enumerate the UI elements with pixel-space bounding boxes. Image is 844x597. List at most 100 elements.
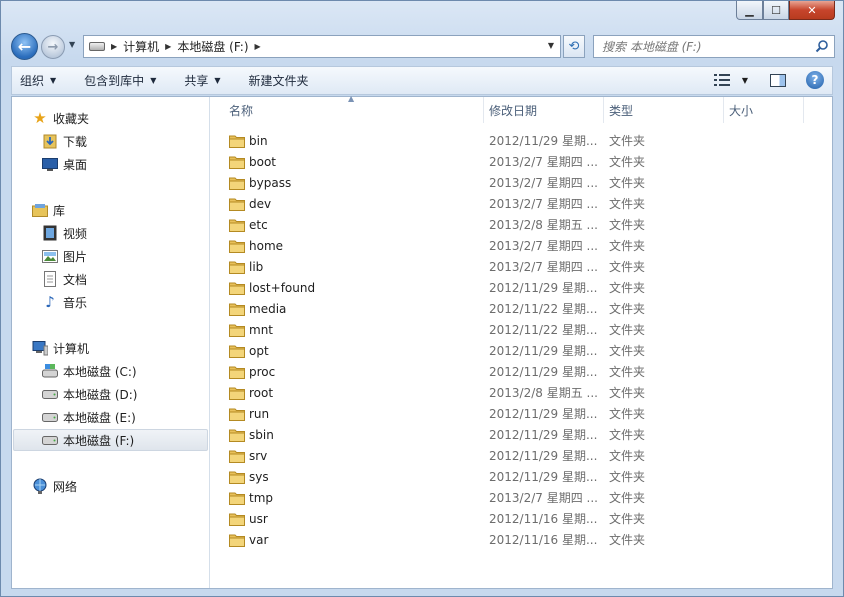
folder-icon bbox=[229, 492, 245, 505]
minimize-button[interactable]: ▁ bbox=[736, 1, 763, 20]
folder-icon bbox=[229, 219, 245, 232]
table-row[interactable]: proc 2012/11/29 星期... 文件夹 bbox=[229, 361, 669, 382]
view-dropdown-icon[interactable]: ▼ bbox=[742, 76, 748, 85]
file-name: root bbox=[249, 385, 274, 400]
breadcrumb-drive-f[interactable]: 本地磁盘 (F:) bbox=[177, 38, 248, 55]
table-row[interactable]: srv 2012/11/29 星期... 文件夹 bbox=[229, 445, 669, 466]
maximize-button[interactable]: ☐ bbox=[763, 1, 789, 20]
sort-ascending-icon: ▲ bbox=[348, 94, 355, 103]
column-type-label: 类型 bbox=[609, 103, 634, 118]
share-button[interactable]: 共享 ▼ bbox=[184, 72, 220, 89]
table-row[interactable]: tmp 2013/2/7 星期四 ... 文件夹 bbox=[229, 487, 669, 508]
column-name-label: 名称 bbox=[229, 103, 254, 118]
table-row[interactable]: home 2013/2/7 星期四 ... 文件夹 bbox=[229, 235, 669, 256]
nav-documents[interactable]: 文档 bbox=[42, 269, 87, 289]
nav-drive-d-label: 本地磁盘 (D:) bbox=[63, 387, 138, 402]
breadcrumb-chevron-icon[interactable]: ▶ bbox=[111, 42, 117, 51]
folder-icon bbox=[229, 345, 245, 358]
column-header-size[interactable]: 大小 bbox=[724, 97, 804, 123]
nav-downloads-label: 下载 bbox=[63, 134, 88, 149]
search-input[interactable]: 搜索 本地磁盘 (F:) bbox=[593, 35, 835, 58]
table-row[interactable]: sys 2012/11/29 星期... 文件夹 bbox=[229, 466, 669, 487]
search-icon[interactable] bbox=[815, 39, 829, 53]
drive-icon bbox=[42, 409, 58, 425]
file-name: lib bbox=[249, 259, 264, 274]
include-in-library-button[interactable]: 包含到库中 ▼ bbox=[84, 72, 156, 89]
file-date: 2012/11/29 星期... bbox=[489, 134, 598, 148]
recent-pages-dropdown[interactable]: ▼ bbox=[69, 40, 75, 49]
file-date: 2013/2/8 星期五 ... bbox=[489, 218, 598, 232]
nav-drive-d[interactable]: 本地磁盘 (D:) bbox=[42, 384, 137, 404]
table-row[interactable]: media 2012/11/22 星期... 文件夹 bbox=[229, 298, 669, 319]
table-row[interactable]: dev 2013/2/7 星期四 ... 文件夹 bbox=[229, 193, 669, 214]
nav-downloads[interactable]: 下载 bbox=[42, 131, 87, 151]
breadcrumb-chevron-icon[interactable]: ▶ bbox=[165, 42, 171, 51]
nav-drive-c[interactable]: 本地磁盘 (C:) bbox=[42, 361, 137, 381]
preview-pane-icon[interactable] bbox=[770, 73, 786, 87]
file-name-cell: srv bbox=[229, 449, 267, 463]
forward-button[interactable]: → bbox=[41, 35, 65, 59]
file-type: 文件夹 bbox=[609, 449, 646, 463]
column-header-date[interactable]: 修改日期 bbox=[484, 97, 604, 123]
refresh-button[interactable]: ⟲ bbox=[563, 35, 585, 58]
address-dropdown-icon[interactable]: ▼ bbox=[548, 41, 554, 50]
table-row[interactable]: etc 2013/2/8 星期五 ... 文件夹 bbox=[229, 214, 669, 235]
nav-drive-e[interactable]: 本地磁盘 (E:) bbox=[42, 407, 136, 427]
file-date: 2012/11/29 星期... bbox=[489, 470, 598, 484]
nav-music[interactable]: ♪ 音乐 bbox=[42, 292, 87, 312]
file-name-cell: usr bbox=[229, 512, 268, 526]
organize-button[interactable]: 组织 ▼ bbox=[20, 72, 56, 89]
close-button[interactable]: ✕ bbox=[789, 1, 835, 20]
folder-icon bbox=[229, 261, 245, 274]
file-name-cell: sbin bbox=[229, 428, 274, 442]
file-date: 2012/11/29 星期... bbox=[489, 365, 598, 379]
nav-network-label: 网络 bbox=[53, 479, 78, 494]
table-row[interactable]: lib 2013/2/7 星期四 ... 文件夹 bbox=[229, 256, 669, 277]
breadcrumb-chevron-icon[interactable]: ▶ bbox=[255, 42, 261, 51]
table-row[interactable]: var 2012/11/16 星期... 文件夹 bbox=[229, 529, 669, 550]
file-name-cell: dev bbox=[229, 197, 271, 211]
file-name: usr bbox=[249, 511, 268, 526]
share-label: 共享 bbox=[184, 74, 209, 88]
file-name: proc bbox=[249, 364, 276, 379]
nav-desktop[interactable]: 桌面 bbox=[42, 154, 87, 174]
nav-drive-f[interactable]: 本地磁盘 (F:) bbox=[13, 429, 208, 451]
address-bar[interactable]: ▶ 计算机 ▶ 本地磁盘 (F:) ▶ ▼ bbox=[83, 35, 561, 58]
file-name-cell: bypass bbox=[229, 176, 291, 190]
table-row[interactable]: mnt 2012/11/22 星期... 文件夹 bbox=[229, 319, 669, 340]
table-row[interactable]: bin 2012/11/29 星期... 文件夹 bbox=[229, 130, 669, 151]
back-button[interactable]: ← bbox=[11, 33, 38, 60]
help-icon[interactable]: ? bbox=[806, 71, 824, 89]
nav-computer[interactable]: 计算机 bbox=[32, 338, 89, 358]
table-row[interactable]: run 2012/11/29 星期... 文件夹 bbox=[229, 403, 669, 424]
breadcrumb-computer[interactable]: 计算机 bbox=[123, 38, 159, 55]
table-row[interactable]: lost+found 2012/11/29 星期... 文件夹 bbox=[229, 277, 669, 298]
column-header-type[interactable]: 类型 bbox=[604, 97, 724, 123]
view-options-icon[interactable] bbox=[713, 74, 730, 86]
file-name-cell: media bbox=[229, 302, 286, 316]
nav-libraries[interactable]: 库 bbox=[32, 200, 65, 220]
table-row[interactable]: sbin 2012/11/29 星期... 文件夹 bbox=[229, 424, 669, 445]
table-row[interactable]: bypass 2013/2/7 星期四 ... 文件夹 bbox=[229, 172, 669, 193]
nav-network[interactable]: 网络 bbox=[32, 476, 77, 496]
table-row[interactable]: usr 2012/11/16 星期... 文件夹 bbox=[229, 508, 669, 529]
folder-icon bbox=[229, 324, 245, 337]
file-name: media bbox=[249, 301, 287, 316]
file-type: 文件夹 bbox=[609, 323, 646, 337]
music-note-icon: ♪ bbox=[45, 293, 55, 311]
file-name: tmp bbox=[249, 490, 274, 505]
file-date: 2012/11/16 星期... bbox=[489, 533, 598, 547]
column-header-name[interactable]: 名称 ▲ bbox=[211, 94, 484, 123]
nav-drive-f-label: 本地磁盘 (F:) bbox=[63, 433, 135, 448]
file-name: var bbox=[249, 532, 269, 547]
file-type: 文件夹 bbox=[609, 281, 646, 295]
table-row[interactable]: boot 2013/2/7 星期四 ... 文件夹 bbox=[229, 151, 669, 172]
new-folder-button[interactable]: 新建文件夹 bbox=[249, 72, 309, 89]
nav-videos[interactable]: 视频 bbox=[42, 223, 87, 243]
file-date: 2013/2/7 星期四 ... bbox=[489, 197, 598, 211]
nav-pictures[interactable]: 图片 bbox=[42, 246, 87, 266]
table-row[interactable]: opt 2012/11/29 星期... 文件夹 bbox=[229, 340, 669, 361]
nav-favorites[interactable]: ★ 收藏夹 bbox=[32, 108, 89, 128]
column-date-label: 修改日期 bbox=[489, 103, 538, 118]
table-row[interactable]: root 2013/2/8 星期五 ... 文件夹 bbox=[229, 382, 669, 403]
